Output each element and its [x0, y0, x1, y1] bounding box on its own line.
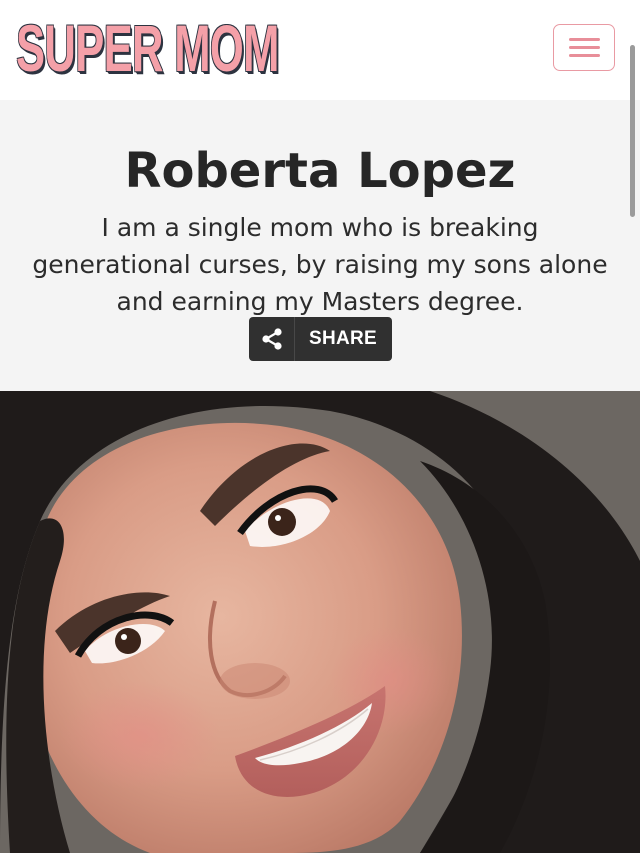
share-button[interactable]: SHARE	[249, 317, 392, 361]
profile-photo-illustration	[0, 391, 640, 853]
profile-photo	[0, 391, 640, 853]
share-label: SHARE	[309, 328, 378, 349]
profile-intro: Roberta Lopez I am a single mom who is b…	[0, 100, 640, 391]
hamburger-menu-icon-bar	[569, 54, 600, 57]
profile-name: Roberta Lopez	[124, 143, 516, 200]
site-logo[interactable]: SUPER MOM	[16, 8, 279, 88]
hamburger-menu-icon	[569, 38, 600, 41]
share-icon	[262, 328, 282, 350]
site-header: SUPER MOM	[0, 0, 640, 100]
scrollbar[interactable]	[630, 45, 635, 217]
share-divider	[294, 317, 295, 361]
hamburger-menu-icon-bar	[569, 46, 600, 49]
profile-bio: I am a single mom who is breaking genera…	[32, 213, 608, 316]
menu-button[interactable]	[553, 24, 615, 71]
page: SUPER MOM Roberta Lopez I am a single mo…	[0, 0, 640, 853]
